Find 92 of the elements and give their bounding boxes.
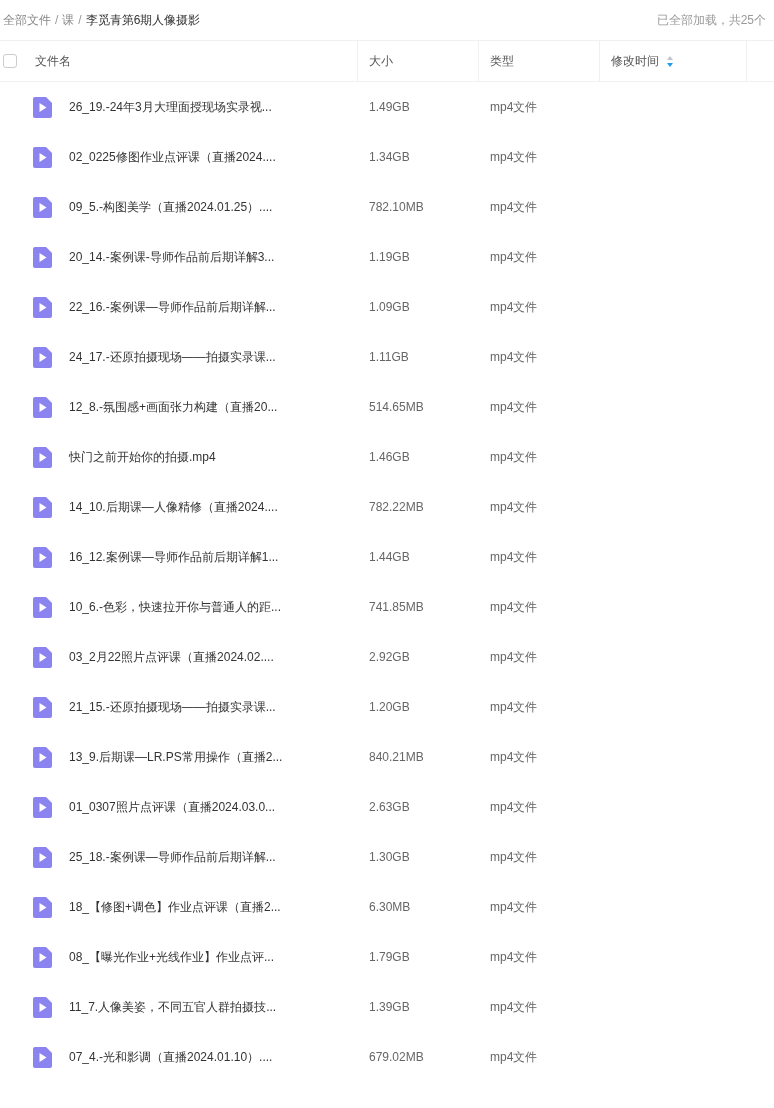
video-file-icon (33, 396, 52, 418)
file-size: 1.20GB (369, 700, 410, 714)
file-type: mp4文件 (490, 950, 538, 964)
breadcrumb-link[interactable]: 课 (62, 11, 75, 29)
file-size: 514.65MB (369, 400, 424, 414)
video-file-icon (33, 946, 52, 968)
file-size: 782.22MB (369, 500, 424, 514)
file-name[interactable]: 快门之前开始你的拍摄.mp4 (69, 448, 216, 466)
file-size: 1.49GB (369, 100, 410, 114)
video-file-icon (33, 196, 52, 218)
file-type: mp4文件 (490, 150, 538, 164)
video-file-icon (33, 446, 52, 468)
file-type: mp4文件 (490, 400, 538, 414)
file-type: mp4文件 (490, 650, 538, 664)
column-header[interactable]: 类型 (490, 52, 514, 70)
file-size: 2.63GB (369, 800, 410, 814)
video-file-icon (33, 596, 52, 618)
file-size: 741.85MB (369, 600, 424, 614)
file-size: 1.34GB (369, 150, 410, 164)
file-type: mp4文件 (490, 550, 538, 564)
file-name[interactable]: 24_17.-还原拍摄现场——拍摄实录课... (69, 348, 276, 366)
file-name[interactable]: 20_14.-案例课-导师作品前后期详解3... (69, 248, 275, 266)
file-type: mp4文件 (490, 500, 538, 514)
column-header[interactable]: 文件名 (35, 52, 71, 70)
file-name[interactable]: 14_10.后期课—人像精修（直播2024.... (69, 498, 278, 516)
file-name[interactable]: 25_18.-案例课—导师作品前后期详解... (69, 848, 276, 866)
select-all-checkbox[interactable] (3, 54, 17, 68)
file-type: mp4文件 (490, 1050, 538, 1064)
file-size: 6.30MB (369, 900, 411, 914)
file-size: 1.09GB (369, 300, 410, 314)
file-type: mp4文件 (490, 450, 538, 464)
video-file-icon (33, 546, 52, 568)
file-type: mp4文件 (490, 750, 538, 764)
load-status: 已全部加载，共25个 (656, 12, 766, 29)
file-type: mp4文件 (490, 100, 538, 114)
video-file-icon (33, 1046, 52, 1068)
video-file-icon (33, 646, 52, 668)
file-type: mp4文件 (490, 250, 538, 264)
video-file-icon (33, 696, 52, 718)
file-size: 1.44GB (369, 550, 410, 564)
file-name[interactable]: 07_4.-光和影调（直播2024.01.10）.... (69, 1048, 273, 1066)
file-name[interactable]: 21_15.-还原拍摄现场——拍摄实录课... (69, 698, 276, 716)
breadcrumb-link[interactable]: 李觅青第6期人像摄影 (85, 11, 201, 29)
file-size: 2.92GB (369, 650, 410, 664)
file-size: 1.79GB (369, 950, 410, 964)
file-name[interactable]: 01_0307照片点评课（直播2024.03.0... (69, 798, 276, 816)
file-type: mp4文件 (490, 800, 538, 814)
video-file-icon (33, 996, 52, 1018)
video-file-icon (33, 246, 52, 268)
file-name[interactable]: 26_19.-24年3月大理面授现场实录视... (69, 98, 272, 116)
file-size: 1.11GB (369, 350, 409, 364)
file-name[interactable]: 08_【曝光作业+光线作业】作业点评... (69, 948, 275, 966)
file-type: mp4文件 (490, 200, 538, 214)
file-name[interactable]: 09_5.-构图美学（直播2024.01.25）.... (69, 198, 273, 216)
file-type: mp4文件 (490, 900, 538, 914)
video-file-icon (33, 746, 52, 768)
video-file-icon (33, 346, 52, 368)
breadcrumb-separator: / (78, 12, 82, 29)
file-size: 1.46GB (369, 450, 410, 464)
video-file-icon (33, 896, 52, 918)
breadcrumb-link[interactable]: 全部文件 (3, 11, 51, 29)
file-name[interactable]: 16_12.案例课—导师作品前后期详解1... (69, 548, 279, 566)
breadcrumb-separator: / (55, 12, 59, 29)
file-type: mp4文件 (490, 300, 538, 314)
file-size: 840.21MB (369, 750, 424, 764)
video-file-icon (33, 796, 52, 818)
file-size: 1.39GB (369, 1000, 410, 1014)
video-file-icon (33, 496, 52, 518)
file-name[interactable]: 13_9.后期课—LR.PS常用操作（直播2... (69, 748, 283, 766)
file-size: 1.30GB (369, 850, 410, 864)
file-name[interactable]: 22_16.-案例课—导师作品前后期详解... (69, 298, 276, 316)
file-size: 1.19GB (369, 250, 410, 264)
file-name[interactable]: 18_【修图+调色】作业点评课（直播2... (69, 898, 281, 916)
file-name[interactable]: 10_6.-色彩，快速拉开你与普通人的距... (69, 598, 282, 616)
video-file-icon (33, 296, 52, 318)
file-name[interactable]: 12_8.-氛围感+画面张力构建（直播20... (69, 398, 278, 416)
file-size: 782.10MB (369, 200, 424, 214)
video-file-icon (33, 146, 52, 168)
file-name[interactable]: 02_0225修图作业点评课（直播2024.... (69, 148, 276, 166)
file-type: mp4文件 (490, 1000, 538, 1014)
video-file-icon (33, 846, 52, 868)
file-type: mp4文件 (490, 700, 538, 714)
video-file-icon (33, 96, 52, 118)
column-header[interactable]: 大小 (369, 52, 393, 70)
file-type: mp4文件 (490, 600, 538, 614)
file-type: mp4文件 (490, 850, 538, 864)
column-header[interactable]: 修改时间 (611, 52, 659, 70)
file-type: mp4文件 (490, 350, 538, 364)
file-size: 679.02MB (369, 1050, 424, 1064)
file-name[interactable]: 11_7.人像美姿，不同五官人群拍摄技... (69, 998, 277, 1016)
file-name[interactable]: 03_2月22照片点评课（直播2024.02.... (69, 648, 274, 666)
sort-icon[interactable] (667, 55, 673, 67)
